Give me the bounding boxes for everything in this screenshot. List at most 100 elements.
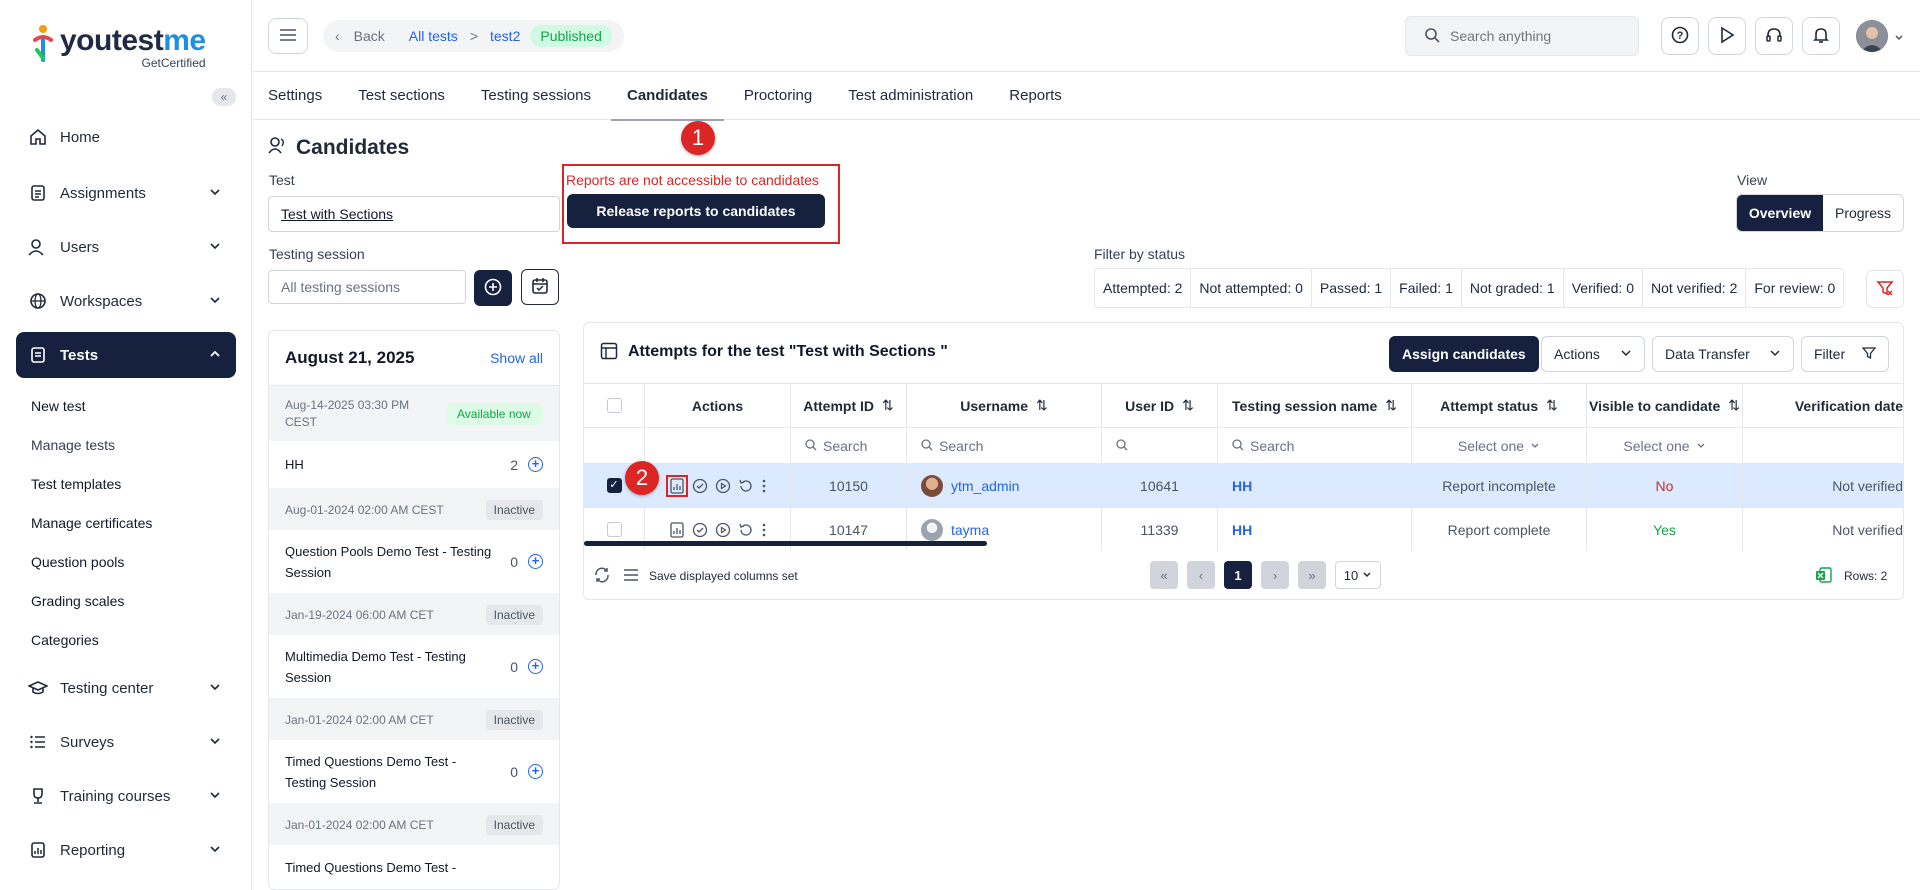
nav-tests[interactable]: Tests [16, 332, 236, 378]
nav-surveys[interactable]: Surveys [16, 719, 236, 765]
refresh-icon[interactable] [593, 566, 611, 587]
show-all-link[interactable]: Show all [490, 350, 543, 366]
nav-testing-center[interactable]: Testing center [16, 665, 236, 711]
col-visible[interactable]: Visible to candidate ⇅ [1587, 384, 1743, 427]
session-item[interactable]: Timed Questions Demo Test - [269, 845, 559, 889]
nav-reporting[interactable]: Reporting [16, 827, 236, 873]
subnav-new-test[interactable]: New test [16, 386, 236, 425]
schedule-session-button[interactable] [521, 269, 559, 305]
report-icon[interactable] [669, 521, 685, 538]
filter-not-verified[interactable]: Not verified: 2 [1643, 269, 1747, 307]
play-button[interactable] [1708, 17, 1746, 55]
clear-filters-button[interactable] [1866, 270, 1904, 308]
subnav-manage-certificates[interactable]: Manage certificates [16, 503, 236, 542]
filter-verified[interactable]: Verified: 0 [1564, 269, 1643, 307]
actions-dropdown[interactable]: Actions [1541, 336, 1645, 372]
last-page-button[interactable]: » [1298, 561, 1326, 589]
columns-menu-icon[interactable] [623, 568, 639, 585]
subnav-question-pools[interactable]: Question pools [16, 542, 236, 581]
assign-candidates-button[interactable]: Assign candidates [1389, 336, 1539, 372]
tab-testing-sessions[interactable]: Testing sessions [481, 72, 591, 120]
filter-not-attempted[interactable]: Not attempted: 0 [1191, 269, 1312, 307]
logo[interactable]: youtestme GetCertified [32, 24, 206, 72]
session-search[interactable]: Search [1218, 428, 1412, 463]
col-session[interactable]: Testing session name ⇅ [1218, 384, 1412, 427]
row-checkbox[interactable]: ✓ [606, 478, 622, 493]
status-select[interactable]: Select one [1412, 428, 1587, 463]
reset-icon[interactable] [738, 478, 754, 494]
tab-reports[interactable]: Reports [1009, 72, 1062, 120]
prev-page-button[interactable]: ‹ [1187, 561, 1215, 589]
tab-candidates[interactable]: Candidates [611, 72, 724, 121]
next-page-button[interactable]: › [1261, 561, 1289, 589]
play-circle-icon[interactable] [715, 522, 731, 538]
subnav-grading-scales[interactable]: Grading scales [16, 581, 236, 620]
filter-for-review[interactable]: For review: 0 [1746, 269, 1843, 307]
rows-per-page-select[interactable]: 10 [1335, 561, 1381, 589]
nav-training-courses[interactable]: Training courses [16, 773, 236, 819]
help-button[interactable]: ? [1661, 17, 1699, 55]
notifications-button[interactable] [1802, 17, 1840, 55]
menu-toggle-button[interactable] [268, 18, 308, 54]
col-username[interactable]: Username ⇅ [907, 384, 1102, 427]
collapse-sidebar-button[interactable]: « [212, 88, 236, 106]
view-overview-button[interactable]: Overview [1737, 195, 1823, 231]
add-to-session-icon[interactable]: + [528, 764, 543, 779]
add-to-session-icon[interactable]: + [528, 659, 543, 674]
visible-select[interactable]: Select one [1587, 428, 1743, 463]
current-page[interactable]: 1 [1224, 561, 1252, 589]
more-options-icon[interactable] [761, 478, 767, 494]
session-item[interactable]: Question Pools Demo Test - Testing Sessi… [269, 530, 559, 594]
back-link[interactable]: ‹ Back [335, 28, 385, 44]
add-to-session-icon[interactable]: + [528, 554, 543, 569]
tab-settings[interactable]: Settings [268, 72, 322, 120]
table-row[interactable]: ✓ 10150 ytm_admin 10641 HH Report incomp… [584, 463, 1903, 507]
filter-attempted[interactable]: Attempted: 2 [1095, 269, 1192, 307]
col-attempt-status[interactable]: Attempt status ⇅ [1412, 384, 1587, 427]
session-item[interactable]: Timed Questions Demo Test - Testing Sess… [269, 740, 559, 804]
nav-workspaces[interactable]: Workspaces [16, 278, 236, 324]
username-search[interactable]: Search [907, 428, 1102, 463]
tab-proctoring[interactable]: Proctoring [744, 72, 812, 120]
breadcrumb-test[interactable]: test2 [490, 28, 520, 44]
session-selector[interactable]: All testing sessions [268, 270, 466, 304]
nav-users[interactable]: Users [16, 224, 236, 270]
filter-button[interactable]: Filter [1801, 336, 1889, 372]
session-item[interactable]: Multimedia Demo Test - Testing Session 0… [269, 635, 559, 699]
release-reports-button[interactable]: Release reports to candidates [567, 194, 825, 228]
filter-not-graded[interactable]: Not graded: 1 [1462, 269, 1564, 307]
username-link[interactable]: ytm_admin [951, 478, 1019, 494]
nav-assignments[interactable]: Assignments [16, 170, 236, 216]
check-circle-icon[interactable] [692, 522, 708, 538]
search-input[interactable] [1450, 28, 1630, 44]
excel-export-icon[interactable] [1815, 566, 1833, 587]
reset-icon[interactable] [738, 522, 754, 538]
session-link[interactable]: HH [1218, 464, 1412, 507]
report-icon[interactable] [665, 474, 688, 497]
view-progress-button[interactable]: Progress [1823, 195, 1903, 231]
session-item[interactable]: HH 2 + [269, 441, 559, 489]
subnav-categories[interactable]: Categories [16, 620, 236, 659]
user-id-search[interactable] [1102, 428, 1218, 463]
session-link[interactable]: HH [1218, 508, 1412, 551]
subnav-test-templates[interactable]: Test templates [16, 464, 236, 503]
data-transfer-dropdown[interactable]: Data Transfer [1652, 336, 1794, 372]
attempt-id-search[interactable]: Search [791, 428, 907, 463]
filter-passed[interactable]: Passed: 1 [1312, 269, 1392, 307]
check-circle-icon[interactable] [692, 478, 708, 494]
tab-test-sections[interactable]: Test sections [358, 72, 445, 120]
username-link[interactable]: tayma [951, 522, 989, 538]
breadcrumb-all-tests[interactable]: All tests [409, 28, 458, 44]
select-all-checkbox[interactable] [606, 398, 622, 413]
col-attempt-id[interactable]: Attempt ID ⇅ [791, 384, 907, 427]
row-checkbox[interactable] [606, 522, 622, 537]
horizontal-scrollbar[interactable] [584, 541, 987, 546]
add-session-button[interactable] [474, 270, 512, 306]
save-columns-link[interactable]: Save displayed columns set [649, 569, 798, 583]
test-selector[interactable]: Test with Sections [268, 196, 560, 232]
filter-failed[interactable]: Failed: 1 [1391, 269, 1462, 307]
tab-test-administration[interactable]: Test administration [848, 72, 973, 120]
user-avatar[interactable] [1856, 20, 1888, 52]
nav-home[interactable]: Home [16, 116, 236, 158]
avatar-chevron-icon[interactable] [1894, 30, 1904, 46]
